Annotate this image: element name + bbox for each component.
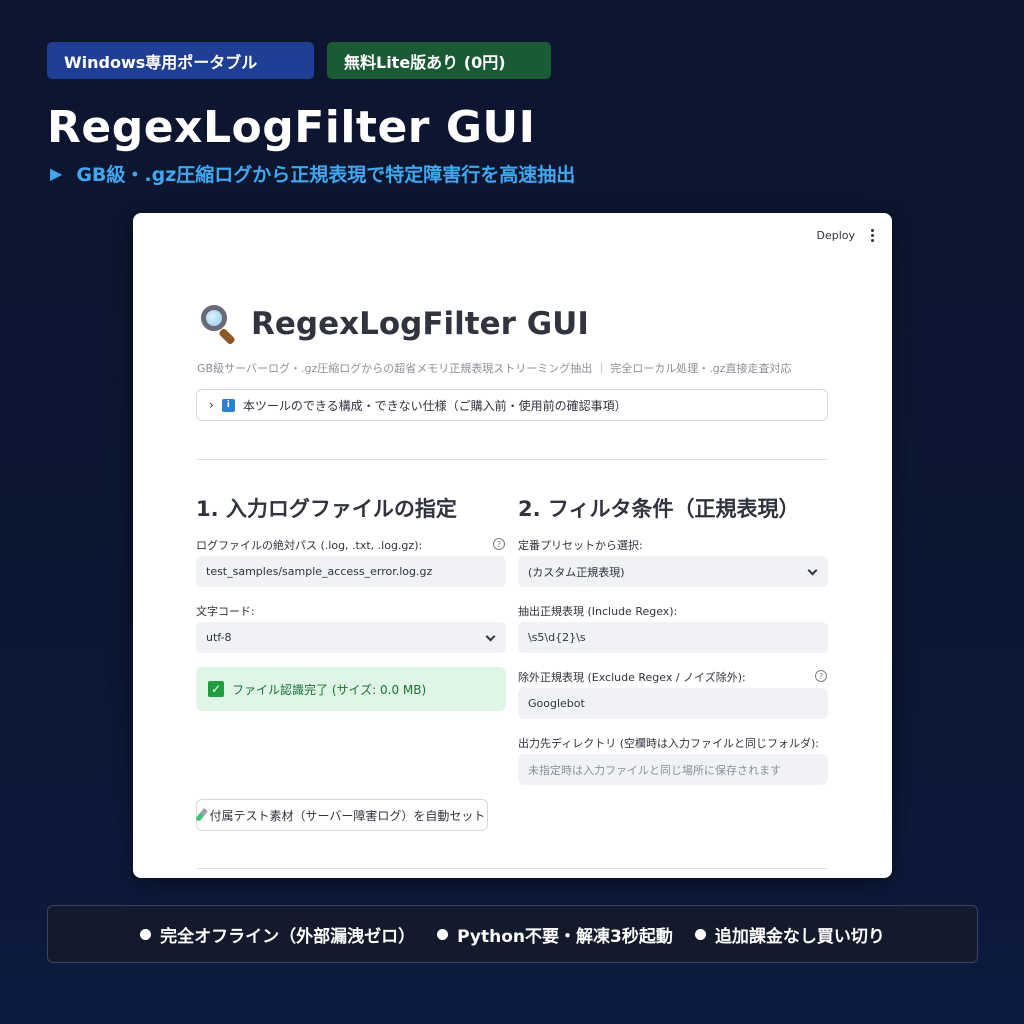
- hero-title: RegexLogFilter GUI: [47, 102, 536, 153]
- bullet-icon: [694, 928, 706, 940]
- load-sample-label: 付属テスト素材（サーバー障害ログ）を自動セット: [209, 808, 486, 823]
- preset-label: 定番プリセットから選択:: [518, 539, 643, 552]
- exclude-regex-input[interactable]: Googlebot: [518, 688, 828, 719]
- magnifier-icon: [197, 303, 239, 346]
- bullet-icon: [140, 928, 152, 940]
- chevron-down-icon: [485, 631, 496, 642]
- path-input[interactable]: test_samples/sample_access_error.log.gz: [196, 556, 506, 587]
- preset-value: (カスタム正規表現): [528, 565, 625, 579]
- section2-heading: 2. フィルタ条件（正規表現）: [518, 497, 800, 521]
- windows-portable-badge: Windows専用ポータブル: [47, 42, 314, 79]
- chevron-right-icon: ›: [209, 398, 214, 412]
- app-toolbar: Deploy: [816, 229, 874, 242]
- app-title-text: RegexLogFilter GUI: [251, 306, 589, 342]
- spec-expander[interactable]: › i 本ツールのできる構成・できない仕様（ご購入前・使用前の確認事項）: [196, 389, 828, 421]
- feature-offline-text: 完全オフライン（外部漏洩ゼロ）: [160, 926, 416, 947]
- help-icon[interactable]: ?: [815, 670, 827, 682]
- preset-select[interactable]: (カスタム正規表現): [518, 556, 828, 587]
- divider: [196, 459, 828, 460]
- path-label: ログファイルの絶対パス (.log, .txt, .log.gz):: [196, 539, 423, 552]
- output-dir-label: 出力先ディレクトリ (空欄時は入力ファイルと同じフォルダ):: [518, 737, 820, 750]
- encoding-value: utf-8: [206, 631, 232, 644]
- include-regex-input[interactable]: \s5\d{2}\s: [518, 622, 828, 653]
- exclude-regex-label: 除外正規表現 (Exclude Regex / ノイズ除外):: [518, 671, 746, 684]
- feature-bar: 完全オフライン（外部漏洩ゼロ） Python不要・解凍3秒起動 追加課金なし買い…: [47, 905, 978, 963]
- expander-label: 本ツールのできる構成・できない仕様（ご購入前・使用前の確認事項）: [242, 398, 627, 413]
- feature-one-time-text: 追加課金なし買い切り: [714, 926, 885, 947]
- load-sample-button[interactable]: 付属テスト素材（サーバー障害ログ）を自動セット: [194, 799, 488, 831]
- feature-no-python-text: Python不要・解凍3秒起動: [457, 926, 673, 947]
- encoding-label: 文字コード:: [196, 605, 255, 618]
- file-recognized-alert: ✓ ファイル認識完了 (サイズ: 0.0 MB): [196, 667, 506, 711]
- test-tube-icon: [194, 808, 208, 822]
- feature-one-time: 追加課金なし買い切り: [694, 922, 885, 947]
- app-title: RegexLogFilter GUI: [197, 303, 589, 346]
- output-dir-input[interactable]: 未指定時は入力ファイルと同じ場所に保存されます: [518, 754, 828, 785]
- hero-subtitle: ▶ GB級・.gz圧縮ログから正規表現で特定障害行を高速抽出: [50, 160, 575, 187]
- success-text: ファイル認識完了 (サイズ: 0.0 MB): [232, 682, 427, 697]
- feature-offline: 完全オフライン（外部漏洩ゼロ）: [140, 922, 415, 947]
- check-mark-icon: ✓: [208, 681, 224, 697]
- more-menu-icon[interactable]: [871, 229, 874, 242]
- section1-heading: 1. 入力ログファイルの指定: [196, 497, 457, 521]
- divider: [196, 868, 828, 869]
- play-triangle-icon: ▶: [50, 164, 63, 183]
- free-lite-badge: 無料Lite版あり (0円): [327, 42, 551, 79]
- app-window: Deploy RegexLogFilter GUI GB級サーバーログ・.gz圧…: [133, 213, 892, 878]
- deploy-button[interactable]: Deploy: [816, 229, 855, 242]
- feature-no-python: Python不要・解凍3秒起動: [437, 922, 673, 947]
- encoding-select[interactable]: utf-8: [196, 622, 506, 653]
- bullet-icon: [437, 928, 449, 940]
- include-regex-label: 抽出正規表現 (Include Regex):: [518, 605, 678, 618]
- hero-subtitle-text: GB級・.gz圧縮ログから正規表現で特定障害行を高速抽出: [76, 164, 576, 186]
- app-caption: GB級サーバーログ・.gz圧縮ログからの超省メモリ正規表現ストリーミング抽出 ｜…: [197, 362, 792, 375]
- help-icon[interactable]: ?: [493, 538, 505, 550]
- chevron-down-icon: [807, 565, 818, 576]
- info-icon: i: [221, 398, 235, 412]
